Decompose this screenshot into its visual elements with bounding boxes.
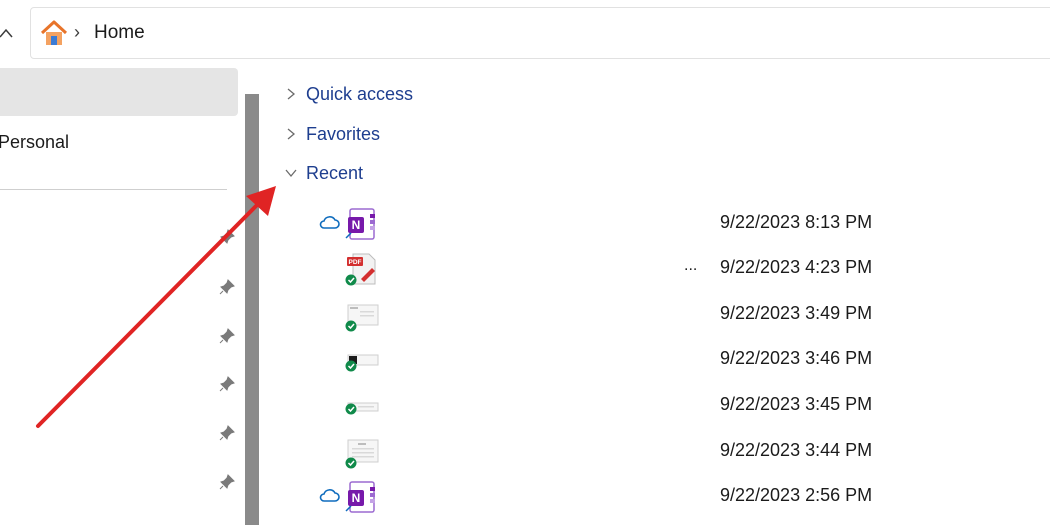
address-toolbar: › Home bbox=[0, 0, 1050, 68]
pin-icon[interactable] bbox=[218, 375, 236, 393]
nav-divider bbox=[0, 189, 227, 190]
image-thumbnail-icon bbox=[345, 439, 379, 469]
navigation-pane: Personal bbox=[0, 68, 262, 525]
pin-icon[interactable] bbox=[218, 327, 236, 345]
date-modified: 9/22/2023 8:13 PM bbox=[720, 212, 873, 232]
date-modified: 9/22/2023 3:45 PM bbox=[720, 394, 873, 414]
section-label[interactable]: Recent bbox=[306, 163, 363, 184]
nav-scrollbar[interactable] bbox=[245, 94, 259, 525]
file-row[interactable]: N 9/22/2023 8:13 PM bbox=[266, 204, 1050, 244]
date-modified: 9/22/2023 4:23 PM bbox=[720, 257, 873, 277]
file-row[interactable]: 9/22/2023 3:46 PM bbox=[266, 340, 1050, 380]
section-label[interactable]: Favorites bbox=[306, 124, 380, 145]
section-favorites[interactable]: Favorites bbox=[284, 122, 380, 146]
pin-icon[interactable] bbox=[218, 278, 236, 296]
svg-text:N: N bbox=[352, 218, 361, 232]
date-modified: 9/22/2023 3:46 PM bbox=[720, 348, 873, 368]
pin-icon[interactable] bbox=[218, 473, 236, 491]
file-row[interactable]: 9/22/2023 3:44 PM bbox=[266, 432, 1050, 472]
section-recent[interactable]: Recent bbox=[284, 161, 363, 185]
nav-item-selected[interactable] bbox=[0, 68, 238, 116]
svg-text:PDF: PDF bbox=[349, 259, 362, 266]
chevron-right-icon[interactable] bbox=[284, 87, 298, 101]
row-more[interactable]: ... bbox=[684, 257, 697, 275]
address-bar[interactable] bbox=[30, 7, 1050, 59]
nav-item-personal[interactable]: Personal bbox=[0, 132, 69, 153]
pin-icon[interactable] bbox=[218, 424, 236, 442]
svg-text:N: N bbox=[352, 491, 361, 505]
image-thumbnail-icon bbox=[345, 304, 379, 332]
pdf-file-icon: PDF bbox=[345, 253, 376, 286]
cloud-icon bbox=[319, 489, 340, 502]
image-thumbnail-icon bbox=[345, 354, 379, 372]
date-modified: 9/22/2023 3:44 PM bbox=[720, 440, 873, 460]
section-label[interactable]: Quick access bbox=[306, 84, 413, 105]
onenote-file-icon: N bbox=[345, 481, 375, 513]
breadcrumb-home[interactable]: Home bbox=[94, 22, 145, 44]
up-button[interactable] bbox=[0, 22, 16, 44]
pin-icon[interactable] bbox=[218, 228, 236, 246]
section-quick-access[interactable]: Quick access bbox=[284, 82, 413, 106]
file-row[interactable]: 9/22/2023 3:45 PM bbox=[266, 386, 1050, 426]
file-row[interactable]: N 9/22/2023 2:56 PM bbox=[266, 477, 1050, 517]
date-modified: 9/22/2023 3:49 PM bbox=[720, 303, 873, 323]
chevron-right-icon[interactable] bbox=[284, 127, 298, 141]
file-row[interactable]: 9/22/2023 3:49 PM bbox=[266, 295, 1050, 335]
file-row[interactable]: PDF ... 9/22/2023 4:23 PM bbox=[266, 249, 1050, 289]
chevron-down-icon[interactable] bbox=[284, 166, 298, 180]
file-list: Quick access Favorites Recent N 9/22/202… bbox=[266, 68, 1050, 525]
cloud-icon bbox=[319, 216, 340, 229]
chevron-up-icon bbox=[0, 28, 13, 38]
onenote-file-icon: N bbox=[345, 208, 375, 240]
image-thumbnail-icon bbox=[345, 402, 379, 415]
chevron-right-icon[interactable]: › bbox=[74, 22, 80, 43]
date-modified: 9/22/2023 2:56 PM bbox=[720, 485, 873, 505]
home-icon[interactable] bbox=[40, 20, 68, 46]
